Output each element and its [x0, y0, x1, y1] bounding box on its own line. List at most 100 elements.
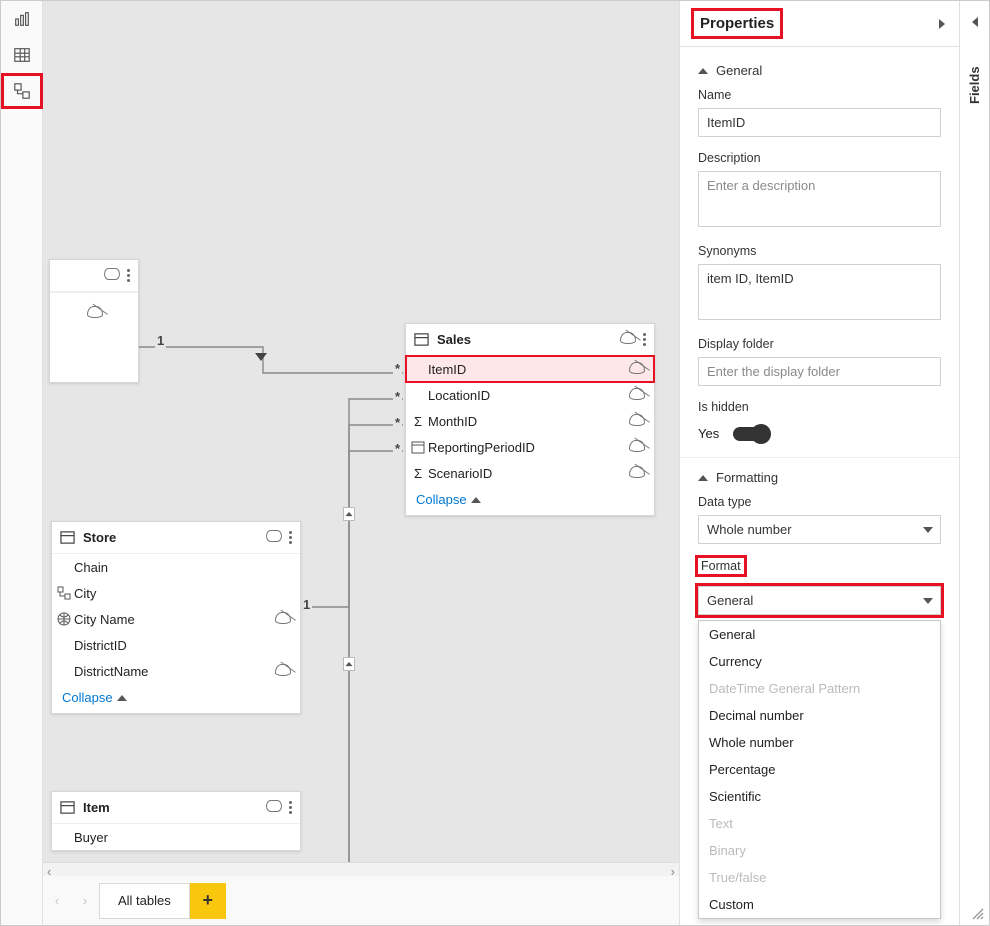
- cardinality-many: *: [393, 389, 402, 404]
- layout-tab-all-tables[interactable]: All tables: [99, 883, 190, 919]
- fields-pane-collapsed[interactable]: Fields: [959, 1, 989, 925]
- properties-title: Properties: [694, 11, 780, 36]
- format-option[interactable]: General: [699, 621, 940, 648]
- cardinality-many: *: [393, 441, 402, 456]
- format-option: True/false: [699, 864, 940, 891]
- hidden-icon[interactable]: [629, 466, 644, 481]
- name-label: Name: [698, 88, 941, 102]
- collapse-link[interactable]: Collapse: [52, 684, 300, 713]
- synonyms-label: Synonyms: [698, 244, 941, 258]
- field-row[interactable]: DistrictID: [52, 632, 300, 658]
- hidden-icon: [87, 306, 102, 321]
- format-select[interactable]: General: [698, 586, 941, 615]
- hidden-icon[interactable]: [629, 388, 644, 403]
- field-label: ScenarioID: [428, 466, 492, 481]
- table-icon: [60, 800, 75, 815]
- field-label: DistrictName: [74, 664, 148, 679]
- field-label: DistrictID: [74, 638, 127, 653]
- hidden-icon[interactable]: [629, 414, 644, 429]
- model-canvas[interactable]: 1 * 1 * * * Sales: [43, 1, 679, 875]
- format-option[interactable]: Whole number: [699, 729, 940, 756]
- layout-tabs-bar: ‹ › ‹ › All tables +: [43, 875, 679, 925]
- format-option: DateTime General Pattern: [699, 675, 940, 702]
- resize-handle-icon[interactable]: [971, 907, 985, 921]
- description-label: Description: [698, 151, 941, 165]
- collapse-link[interactable]: Collapse: [406, 486, 654, 515]
- description-input[interactable]: [698, 171, 941, 227]
- date-icon: [410, 439, 426, 455]
- visibility-icon[interactable]: [104, 268, 119, 283]
- cardinality-one: 1: [301, 597, 312, 612]
- format-option: Text: [699, 810, 940, 837]
- relationship-handle[interactable]: [343, 507, 355, 521]
- chevron-up-icon: [698, 68, 708, 74]
- field-row[interactable]: LocationID: [406, 382, 654, 408]
- add-layout-tab-button[interactable]: +: [190, 883, 226, 919]
- format-option[interactable]: Percentage: [699, 756, 940, 783]
- format-option[interactable]: Decimal number: [699, 702, 940, 729]
- chevron-up-icon: [698, 475, 708, 481]
- field-row-itemid[interactable]: ItemID: [406, 356, 654, 382]
- format-label: Format: [701, 559, 741, 573]
- format-option[interactable]: Scientific: [699, 783, 940, 810]
- visibility-icon[interactable]: [266, 530, 281, 545]
- visibility-icon[interactable]: [620, 332, 635, 347]
- horizontal-scrollbar[interactable]: ‹ ›: [43, 862, 679, 876]
- data-view-button[interactable]: [1, 37, 43, 73]
- hidden-icon[interactable]: [275, 612, 290, 627]
- more-icon[interactable]: [643, 333, 646, 346]
- field-row[interactable]: DistrictName: [52, 658, 300, 684]
- name-input[interactable]: [698, 108, 941, 137]
- data-type-label: Data type: [698, 495, 941, 509]
- table-card-item[interactable]: Item Buyer: [51, 791, 301, 851]
- table-icon: [60, 530, 75, 545]
- collapse-properties-button[interactable]: [939, 19, 945, 29]
- data-type-select[interactable]: Whole number: [698, 515, 941, 544]
- table-title: Sales: [437, 332, 471, 347]
- hierarchy-icon: [56, 585, 72, 601]
- field-label: Chain: [74, 560, 108, 575]
- hidden-icon[interactable]: [629, 362, 644, 377]
- report-view-button[interactable]: [1, 1, 43, 37]
- direction-arrow: [255, 353, 267, 361]
- tab-next-button[interactable]: ›: [71, 883, 99, 919]
- display-folder-input[interactable]: [698, 357, 941, 386]
- relationship-handle[interactable]: [343, 657, 355, 671]
- hidden-icon[interactable]: [275, 664, 290, 679]
- chevron-up-icon: [471, 497, 481, 503]
- collapsed-table-card[interactable]: [49, 259, 139, 383]
- table-card-sales[interactable]: Sales ItemID LocationID Σ MonthID: [405, 323, 655, 516]
- field-label: ItemID: [428, 362, 466, 377]
- field-row[interactable]: Buyer: [52, 824, 300, 850]
- section-formatting[interactable]: Formatting: [680, 458, 959, 495]
- hidden-icon[interactable]: [629, 440, 644, 455]
- is-hidden-value: Yes: [698, 426, 719, 441]
- format-dropdown: GeneralCurrencyDateTime General PatternD…: [698, 620, 941, 919]
- table-title: Store: [83, 530, 116, 545]
- field-row[interactable]: City: [52, 580, 300, 606]
- field-row[interactable]: ReportingPeriodID: [406, 434, 654, 460]
- is-hidden-label: Is hidden: [698, 400, 941, 414]
- view-rail: [1, 1, 43, 925]
- field-row[interactable]: Σ ScenarioID: [406, 460, 654, 486]
- cardinality-one: 1: [155, 333, 166, 348]
- globe-icon: [56, 611, 72, 627]
- more-icon[interactable]: [289, 801, 292, 814]
- table-card-store[interactable]: Store Chain City City Name DistrictI: [51, 521, 301, 714]
- is-hidden-toggle[interactable]: [733, 427, 767, 441]
- tab-prev-button[interactable]: ‹: [43, 883, 71, 919]
- format-option[interactable]: Currency: [699, 648, 940, 675]
- more-icon[interactable]: [127, 269, 130, 282]
- table-icon: [414, 332, 429, 347]
- format-option[interactable]: Custom: [699, 891, 940, 918]
- synonyms-input[interactable]: [698, 264, 941, 320]
- visibility-icon[interactable]: [266, 800, 281, 815]
- field-row[interactable]: City Name: [52, 606, 300, 632]
- section-general[interactable]: General: [680, 51, 959, 88]
- field-row[interactable]: Chain: [52, 554, 300, 580]
- cardinality-many: *: [393, 361, 402, 376]
- more-icon[interactable]: [289, 531, 292, 544]
- model-view-button[interactable]: [1, 73, 43, 109]
- field-row[interactable]: Σ MonthID: [406, 408, 654, 434]
- section-label: General: [716, 63, 762, 78]
